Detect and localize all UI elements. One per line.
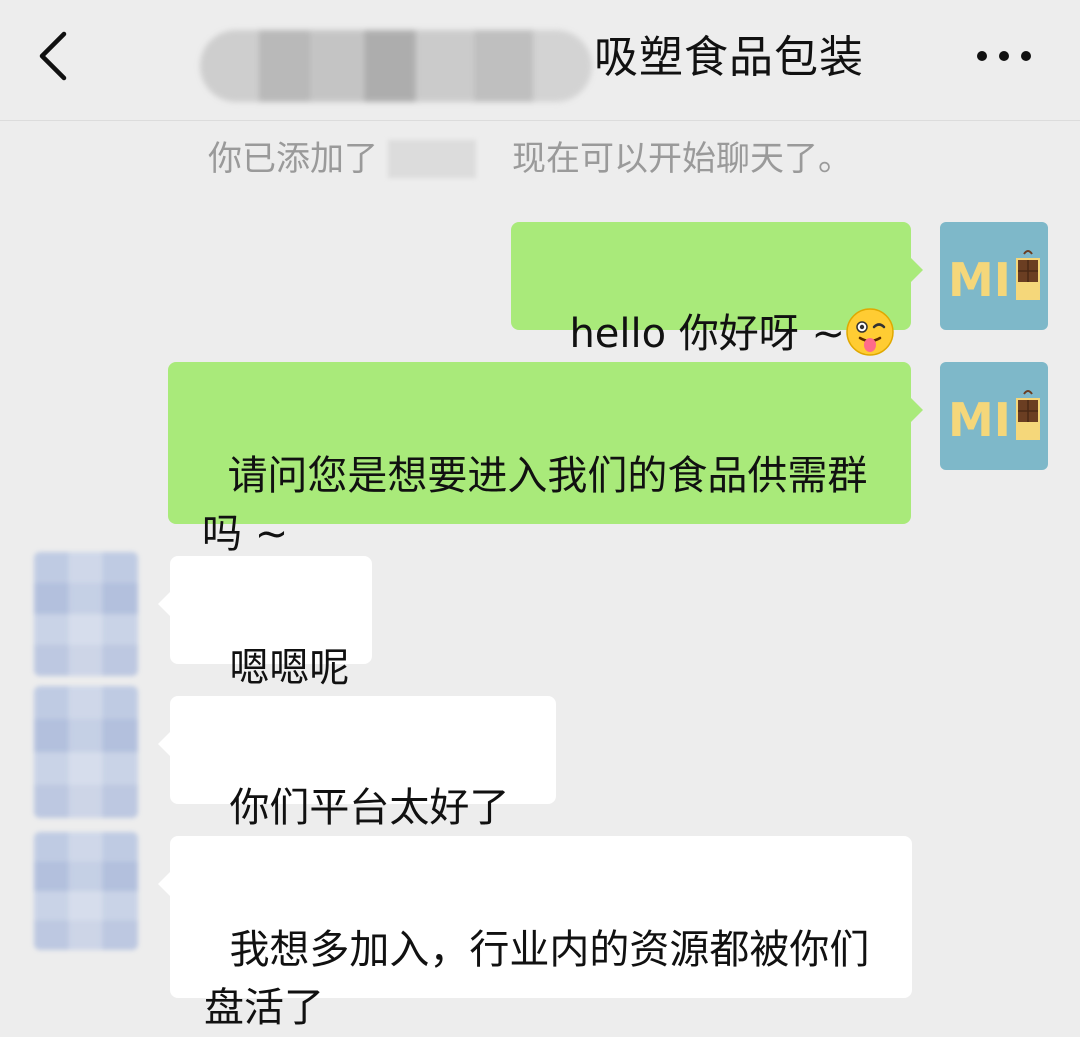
contact-avatar[interactable] <box>34 832 138 950</box>
chat-title-text: 吸塑食品包装 <box>594 32 864 83</box>
chat-header: 吸塑食品包装 <box>0 0 1080 121</box>
more-button[interactable] <box>968 30 1040 82</box>
avatar-text: MI <box>948 393 1011 447</box>
back-button[interactable] <box>30 28 82 84</box>
message-bubble-outgoing[interactable]: hello 你好呀 ~ <box>511 222 923 357</box>
message-text: 请问您是想要进入我们的食品供需群吗 ~ <box>202 453 868 557</box>
message-bubble-incoming[interactable]: 你们平台太好了 <box>158 696 556 831</box>
system-message-suffix: 现在可以开始聊天了。 <box>512 139 852 179</box>
chocolate-avatar-icon: MI <box>940 362 1048 470</box>
message-bubble-incoming[interactable]: 我想多加入，行业内的资源都被你们盘活了 <box>158 836 912 1031</box>
message-bubble-outgoing[interactable]: 请问您是想要进入我们的食品供需群吗 ~ <box>168 362 923 557</box>
chat-title: 吸塑食品包装 <box>200 22 900 102</box>
message-text: 你们平台太好了 <box>229 785 510 831</box>
redacted-name <box>200 30 592 102</box>
more-horizontal-icon <box>977 51 1031 61</box>
system-message: 你已添加了 现在可以开始聊天了。 <box>0 136 1080 182</box>
my-avatar[interactable]: MI <box>940 362 1048 470</box>
contact-avatar[interactable] <box>34 686 138 818</box>
chevron-left-icon <box>39 31 67 81</box>
avatar-text: MI <box>948 253 1011 307</box>
message-bubble-incoming[interactable]: 嗯嗯呢 <box>158 556 372 691</box>
system-message-prefix: 你已添加了 <box>208 139 378 179</box>
redacted-contact <box>388 140 476 178</box>
my-avatar[interactable]: MI <box>940 222 1048 330</box>
message-text: 嗯嗯呢 <box>229 645 350 691</box>
chocolate-avatar-icon: MI <box>940 222 1048 330</box>
message-text: 我想多加入，行业内的资源都被你们盘活了 <box>204 927 870 1031</box>
contact-avatar[interactable] <box>34 552 138 676</box>
message-text: hello 你好呀 ~ <box>569 311 846 357</box>
winking-tongue-emoji <box>846 308 894 356</box>
